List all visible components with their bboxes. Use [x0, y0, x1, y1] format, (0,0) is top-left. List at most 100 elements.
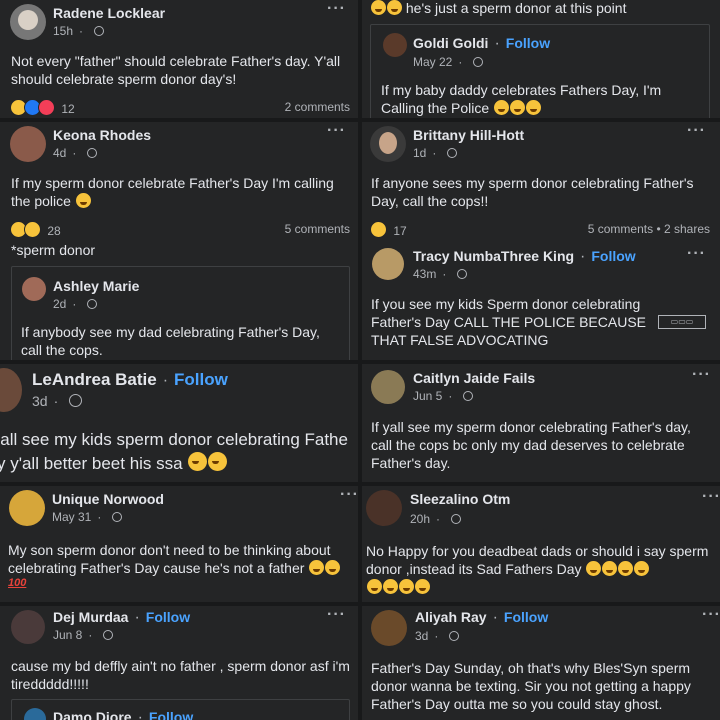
post-text: Father's Day Sunday, oh that's why Bles'… — [371, 660, 691, 712]
globe-icon — [463, 391, 474, 401]
follow-button[interactable]: Follow — [149, 709, 193, 720]
avatar[interactable] — [366, 490, 402, 526]
author-name[interactable]: Ashley Marie — [53, 278, 139, 294]
follow-button[interactable]: Follow — [146, 609, 190, 625]
author-name[interactable]: Dej Murdaa — [53, 609, 128, 625]
avatar[interactable] — [11, 610, 45, 644]
post-brittany-hill-hott: Brittany Hill-Hott 1d · ··· If anyone see… — [362, 122, 720, 360]
avatar[interactable] — [371, 610, 407, 646]
author-name[interactable]: Keona Rhodes — [53, 127, 151, 143]
globe-icon — [87, 299, 98, 309]
hundred-points-icon: 100 — [8, 577, 27, 589]
post-time[interactable]: May 31 · — [52, 510, 123, 524]
avatar[interactable] — [9, 490, 45, 526]
author-name[interactable]: Sleezalino Otm — [410, 491, 510, 507]
follow-button[interactable]: Follow — [504, 609, 548, 625]
love-icon — [38, 99, 55, 116]
post-time[interactable]: 3d · — [32, 393, 83, 409]
follow-button[interactable]: Follow — [506, 35, 550, 51]
post-dej-murdaa: Dej Murdaa · Follow ··· Jun 8 · cause my bd… — [0, 606, 358, 720]
author-line: Aliyah Ray · Follow — [415, 609, 549, 626]
laughing-emoji-icon — [325, 560, 341, 575]
post-text-line-2: y y'all better beet his ssa — [0, 452, 228, 475]
author-name[interactable]: Aliyah Ray — [415, 609, 487, 625]
follow-button[interactable]: Follow — [591, 248, 635, 264]
haha-icon — [370, 221, 387, 238]
post-radene-locklear: Radene Locklear 15h · ··· Not every "fath… — [0, 0, 358, 118]
post-text: No Happy for you deadbeat dads or should… — [366, 542, 718, 596]
globe-icon — [449, 631, 460, 641]
avatar[interactable] — [0, 368, 22, 412]
avatar[interactable] — [10, 126, 46, 162]
author-name[interactable]: Damo Diore — [53, 709, 132, 720]
post-time[interactable]: Jun 8 · — [53, 628, 114, 642]
scared-emoji-icon — [387, 0, 402, 15]
follow-button[interactable]: Follow — [174, 370, 228, 389]
author-name[interactable]: Unique Norwood — [52, 491, 164, 507]
globe-icon — [103, 630, 114, 640]
more-options-icon[interactable]: ··· — [327, 606, 346, 624]
globe-icon — [447, 148, 458, 158]
author-line: Goldi Goldi · Follow — [413, 35, 551, 52]
globe-icon — [473, 57, 484, 67]
more-options-icon[interactable]: ··· — [692, 366, 711, 384]
shared-post[interactable]: Ashley Marie 2d · If anybody see my dad c… — [11, 266, 350, 360]
post-time[interactable]: 20h · — [410, 512, 462, 526]
post-text-line-1: 'all see my kids sperm donor celebrating… — [0, 430, 348, 449]
post-text: cause my bd deffly ain't no father , spe… — [11, 658, 350, 692]
avatar[interactable] — [372, 248, 404, 280]
comments-shares-count[interactable]: 5 comments • 2 shares — [588, 222, 710, 236]
more-options-icon[interactable]: ··· — [327, 0, 346, 18]
post-time[interactable]: 3d · — [415, 629, 460, 643]
reaction-summary[interactable]: 17 — [370, 221, 407, 238]
laughing-emoji-icon — [371, 0, 386, 15]
more-options-icon[interactable]: ··· — [327, 122, 346, 140]
scared-emoji-icon — [208, 452, 228, 471]
post-text-top: he's just a sperm donor at this point — [370, 0, 626, 17]
avatar[interactable] — [10, 4, 46, 40]
post-time[interactable]: Jun 5 · — [413, 389, 474, 403]
post-text: If anybody see my dad celebrating Father… — [21, 324, 320, 358]
shared-post[interactable]: Damo Diore · Follow — [11, 699, 350, 720]
post-unique-norwood: Unique Norwood May 31 · ··· My son sperm … — [0, 486, 358, 602]
author-name[interactable]: Tracy NumbaThree King — [413, 248, 574, 264]
author-name[interactable]: Goldi Goldi — [413, 35, 488, 51]
post-time[interactable]: 43m · — [413, 267, 468, 281]
shared-post[interactable]: Goldi Goldi · Follow May 22 · If my baby da… — [370, 24, 710, 118]
post-goldi-goldi: he's just a sperm donor at this point Go… — [362, 0, 720, 118]
more-options-icon[interactable]: ··· — [687, 245, 706, 263]
reaction-summary[interactable]: 12 — [10, 99, 75, 116]
reaction-summary[interactable]: 28 — [10, 221, 61, 238]
unsupported-glyph-icon: ▭▭▭ — [658, 315, 706, 329]
more-options-icon[interactable]: ··· — [687, 122, 706, 140]
wow-icon — [24, 221, 41, 238]
post-time[interactable]: 1d · — [413, 146, 458, 160]
author-name[interactable]: Radene Locklear — [53, 5, 165, 21]
globe-icon — [69, 394, 83, 407]
more-options-icon[interactable]: ··· — [702, 606, 720, 624]
laughing-emoji-icon — [510, 100, 526, 115]
laughing-emoji-icon — [75, 193, 91, 208]
post-time[interactable]: 2d · — [53, 297, 98, 311]
avatar[interactable] — [383, 33, 407, 57]
avatar[interactable] — [371, 370, 405, 404]
author-name[interactable]: LeAndrea Batie — [32, 370, 157, 389]
globe-icon — [87, 148, 98, 158]
globe-icon — [457, 269, 468, 279]
caption-text: *sperm donor — [11, 242, 96, 258]
post-time[interactable]: May 22 · — [413, 55, 484, 69]
more-options-icon[interactable]: ··· — [340, 486, 358, 504]
avatar[interactable] — [22, 277, 46, 301]
avatar[interactable] — [24, 708, 46, 720]
avatar[interactable] — [370, 126, 406, 162]
comments-count[interactable]: 2 comments — [285, 100, 350, 114]
post-text: If my baby daddy celebrates Fathers Day,… — [381, 82, 662, 116]
comments-count[interactable]: 5 comments — [285, 222, 350, 236]
author-name[interactable]: Brittany Hill-Hott — [413, 127, 524, 143]
author-line: LeAndrea Batie · Follow — [32, 370, 228, 389]
post-time[interactable]: 15h · — [53, 24, 105, 38]
more-options-icon[interactable]: ··· — [702, 488, 720, 506]
author-name[interactable]: Caitlyn Jaide Fails — [413, 370, 535, 386]
post-caitlyn-jaide-fails: Caitlyn Jaide Fails Jun 5 · ··· If yall s… — [362, 364, 720, 482]
post-time[interactable]: 4d · — [53, 146, 98, 160]
